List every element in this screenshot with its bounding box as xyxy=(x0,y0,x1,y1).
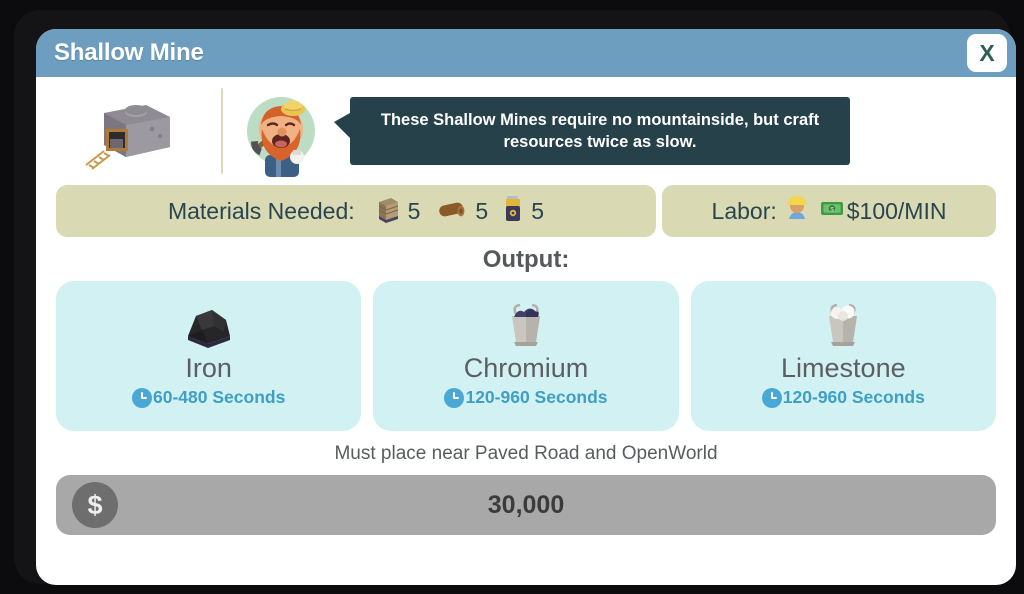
output-card-chromium-time-row: 120-960 Seconds xyxy=(444,387,608,408)
material-log: 5 xyxy=(434,198,488,225)
material-wood-planks: 5 xyxy=(375,194,421,229)
materials-needed-bar: Materials Needed: 5 5 5 xyxy=(56,185,656,237)
output-card-iron-time: 60-480 Seconds xyxy=(153,387,286,408)
mine-building-icon xyxy=(36,91,221,171)
wood-planks-icon xyxy=(375,194,401,229)
material-battery-count: 5 xyxy=(531,197,545,224)
clock-icon xyxy=(761,387,782,408)
output-heading: Output: xyxy=(482,246,570,273)
placement-requirement: Must place near Paved Road and OpenWorld xyxy=(334,443,718,464)
output-card-limestone-time: 120-960 Seconds xyxy=(782,387,925,408)
material-battery: 5 xyxy=(502,194,544,229)
page-title: Shallow Mine xyxy=(54,39,204,66)
clock-icon xyxy=(444,387,465,408)
price-value: 30,000 xyxy=(487,490,565,519)
material-wood-planks-count: 5 xyxy=(407,197,421,224)
game-modal-screen: Shallow Mine X These Shallow Mines requi… xyxy=(0,0,1024,594)
materials-label: Materials Needed: xyxy=(167,197,355,224)
clock-icon xyxy=(132,387,153,408)
material-log-count: 5 xyxy=(475,197,489,224)
output-card-limestone-time-row: 120-960 Seconds xyxy=(761,387,925,408)
titlebar: Shallow Mine X xyxy=(36,29,1016,77)
output-card-chromium[interactable]: Chromium 120-960 Seconds xyxy=(373,281,679,431)
output-cards: Iron 60-480 Seconds Chromium 120-960 Sec… xyxy=(36,281,1016,431)
output-card-iron-name: Iron xyxy=(185,352,232,383)
chromium-bucket-icon xyxy=(498,300,554,352)
limestone-bucket-icon xyxy=(815,300,871,352)
modal-outer-frame: Shallow Mine X These Shallow Mines requi… xyxy=(14,10,1016,585)
output-card-iron-time-row: 60-480 Seconds xyxy=(132,387,285,408)
labor-rate: $100/MIN xyxy=(846,197,947,224)
buy-button[interactable]: $ 30,000 xyxy=(56,475,996,535)
output-card-limestone[interactable]: Limestone 120-960 Seconds xyxy=(690,281,996,431)
building-info-panel: Shallow Mine X These Shallow Mines requi… xyxy=(36,29,1016,585)
battery-icon xyxy=(502,194,524,229)
tooltip-bubble: These Shallow Mines require no mountains… xyxy=(334,96,850,166)
construction-worker-icon xyxy=(782,193,812,230)
log-icon xyxy=(434,198,468,225)
cost-bars: Materials Needed: 5 5 5 Labor: $ $100/MI… xyxy=(36,185,1016,237)
iron-ore-icon xyxy=(178,300,240,352)
close-icon: X xyxy=(979,39,995,66)
svg-text:$: $ xyxy=(830,207,834,214)
miner-avatar-icon xyxy=(223,85,338,177)
close-button[interactable]: X xyxy=(967,34,1007,72)
labor-bar: Labor: $ $100/MIN xyxy=(662,185,996,237)
tooltip-text: These Shallow Mines require no mountains… xyxy=(380,110,820,151)
money-icon: $ xyxy=(819,197,845,225)
output-card-chromium-name: Chromium xyxy=(463,352,589,383)
output-card-chromium-time: 120-960 Seconds xyxy=(465,387,608,408)
mine-building-svg xyxy=(84,105,170,170)
output-card-iron[interactable]: Iron 60-480 Seconds xyxy=(56,281,362,431)
building-info-row: These Shallow Mines require no mountains… xyxy=(36,77,1016,185)
labor-label: Labor: xyxy=(711,197,777,224)
output-card-limestone-name: Limestone xyxy=(781,352,906,383)
miner-avatar-svg xyxy=(246,97,315,177)
